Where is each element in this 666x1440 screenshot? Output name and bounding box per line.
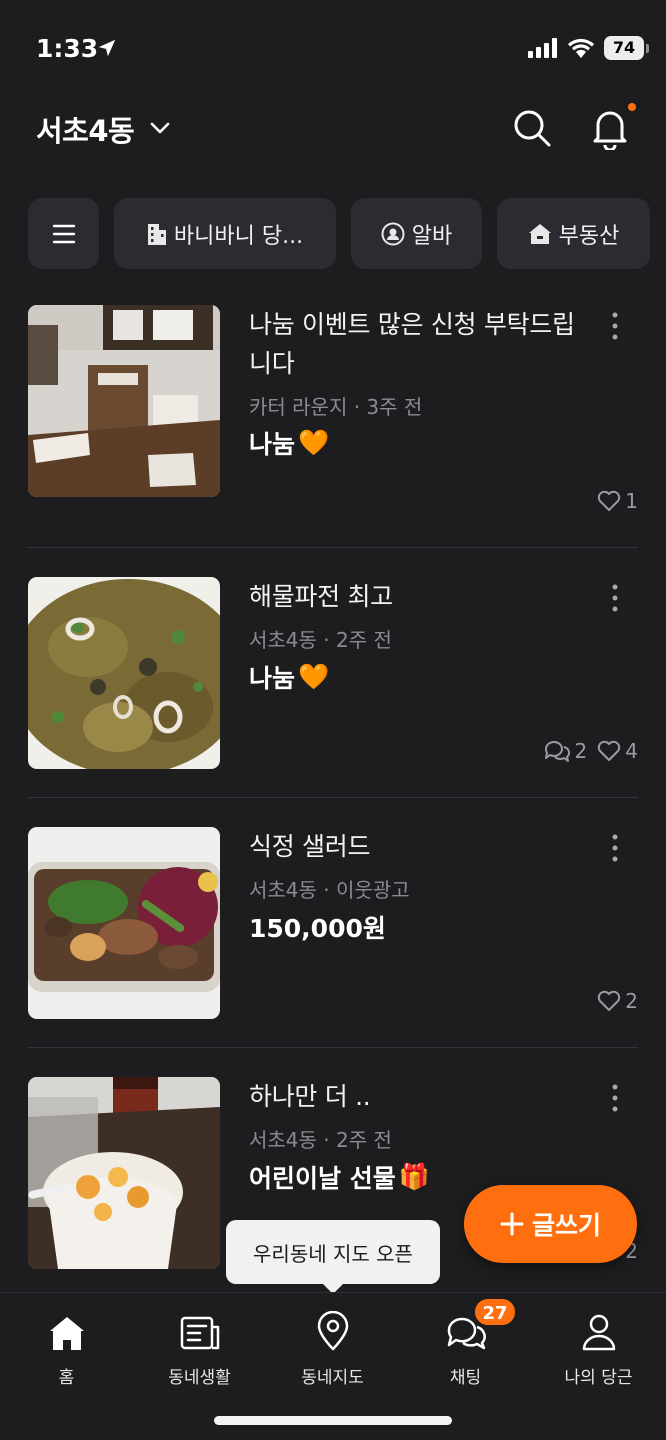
search-person-icon bbox=[381, 222, 405, 245]
heart-icon bbox=[598, 740, 621, 761]
bell-icon[interactable] bbox=[590, 106, 630, 150]
item-stats: 1 bbox=[597, 489, 638, 513]
chip-realestate-label: 부동산 bbox=[558, 223, 620, 249]
gift-emoji: 🎁 bbox=[398, 1162, 430, 1191]
building-icon bbox=[147, 223, 166, 245]
item-title: 해물파전 최고 bbox=[249, 582, 393, 611]
chip-job[interactable]: 알바 bbox=[351, 198, 482, 269]
map-tooltip-text: 우리동네 지도 오픈 bbox=[253, 1241, 413, 1266]
list-item[interactable]: 해물파전 최고 서초4동 · 2주 전 나눔 🧡 2 4 bbox=[28, 577, 638, 827]
more-options-icon[interactable] bbox=[608, 1083, 622, 1113]
location-selector[interactable]: 서초4동 bbox=[36, 108, 135, 150]
battery-tip bbox=[646, 44, 649, 53]
chip-group[interactable]: 바니바니 당... bbox=[114, 198, 336, 269]
item-price-text: 150,000원 bbox=[249, 914, 386, 943]
item-price-text: 어린이날 선물 bbox=[249, 1164, 396, 1193]
item-price: 나눔 🧡 bbox=[249, 659, 329, 695]
status-bar: 1:33 74 bbox=[0, 0, 666, 96]
map-pin-icon bbox=[317, 1311, 348, 1351]
tab-map-label: 동네지도 bbox=[301, 1368, 364, 1388]
tab-chat-label: 채팅 bbox=[449, 1368, 482, 1388]
write-post-button[interactable]: 글쓰기 bbox=[464, 1185, 637, 1263]
item-thumbnail bbox=[28, 827, 220, 1019]
item-price-text: 나눔 bbox=[249, 430, 296, 459]
location-arrow-icon bbox=[98, 39, 116, 57]
item-thumbnail bbox=[28, 577, 220, 769]
home-icon bbox=[49, 1317, 84, 1350]
heart-emoji: 🧡 bbox=[298, 428, 330, 457]
like-count: 1 bbox=[625, 489, 638, 513]
plus-icon bbox=[500, 1212, 524, 1236]
top-header: 서초4동 bbox=[0, 96, 666, 166]
divider bbox=[28, 1047, 638, 1048]
item-meta: 서초4동 · 이웃광고 bbox=[249, 878, 410, 902]
tab-my[interactable]: 나의 당근 bbox=[532, 1305, 665, 1388]
item-title: 하나만 더 .. bbox=[249, 1082, 371, 1111]
like-count: 4 bbox=[625, 739, 638, 763]
like-count: 2 bbox=[625, 989, 638, 1013]
battery-indicator: 74 bbox=[604, 36, 644, 60]
chevron-down-icon[interactable] bbox=[148, 116, 172, 140]
map-tooltip[interactable]: 우리동네 지도 오픈 bbox=[226, 1220, 440, 1284]
tab-community-label: 동네생활 bbox=[168, 1368, 231, 1388]
item-title: 식정 샐러드 bbox=[249, 832, 371, 861]
chip-group-label: 바니바니 당... bbox=[173, 223, 304, 249]
heart-emoji: 🧡 bbox=[298, 662, 330, 691]
item-title: 나눔 이벤트 많은 신청 부탁드립니다 bbox=[249, 310, 575, 378]
item-price-text: 나눔 bbox=[249, 664, 296, 693]
search-icon[interactable] bbox=[512, 108, 552, 148]
item-thumbnail bbox=[28, 1077, 220, 1269]
comment-icon bbox=[544, 741, 570, 762]
heart-icon bbox=[598, 490, 621, 511]
item-stats: 2 bbox=[597, 989, 638, 1013]
more-options-icon[interactable] bbox=[608, 833, 622, 863]
chip-realestate[interactable]: 부동산 bbox=[497, 198, 650, 269]
tab-home[interactable]: 홈 bbox=[0, 1305, 133, 1388]
write-post-label: 글쓰기 bbox=[531, 1211, 601, 1240]
tab-community[interactable]: 동네생활 bbox=[133, 1305, 266, 1388]
divider bbox=[28, 797, 638, 798]
more-options-icon[interactable] bbox=[608, 583, 622, 613]
item-meta: 서초4동 · 2주 전 bbox=[249, 628, 392, 652]
wifi-icon bbox=[568, 38, 594, 58]
chip-job-label: 알바 bbox=[411, 223, 453, 249]
comment-count: 2 bbox=[574, 739, 588, 763]
tab-my-label: 나의 당근 bbox=[564, 1368, 633, 1388]
newspaper-icon bbox=[180, 1316, 219, 1350]
list-item[interactable]: 식정 샐러드 서초4동 · 이웃광고 150,000원 2 bbox=[28, 827, 638, 1077]
heart-icon bbox=[598, 990, 621, 1011]
status-time: 1:33 bbox=[36, 34, 99, 63]
tab-map[interactable]: 동네지도 bbox=[266, 1305, 399, 1388]
menu-chip[interactable] bbox=[28, 198, 99, 269]
item-price: 150,000원 bbox=[249, 909, 386, 945]
item-thumbnail bbox=[28, 305, 220, 497]
item-price: 어린이날 선물 🎁 bbox=[249, 1159, 430, 1195]
tab-chat[interactable]: 27 채팅 bbox=[399, 1297, 532, 1388]
more-options-icon[interactable] bbox=[608, 311, 622, 341]
menu-icon bbox=[52, 224, 75, 243]
item-meta: 서초4동 · 2주 전 bbox=[249, 1128, 392, 1152]
house-icon bbox=[528, 223, 551, 244]
chat-badge: 27 bbox=[473, 1297, 517, 1327]
person-icon bbox=[582, 1314, 615, 1351]
item-price: 나눔 🧡 bbox=[249, 425, 329, 461]
home-indicator bbox=[214, 1416, 452, 1425]
notification-dot bbox=[628, 103, 636, 111]
category-chips: 바니바니 당... 알바 부동산 bbox=[28, 198, 658, 270]
item-stats: 2 4 bbox=[543, 739, 638, 763]
tab-home-label: 홈 bbox=[58, 1368, 75, 1388]
list-item[interactable]: 나눔 이벤트 많은 신청 부탁드립니다 카터 라운지 · 3주 전 나눔 🧡 1 bbox=[28, 305, 638, 555]
item-meta: 카터 라운지 · 3주 전 bbox=[249, 395, 423, 419]
divider bbox=[28, 547, 638, 548]
cellular-signal-icon bbox=[528, 38, 557, 58]
